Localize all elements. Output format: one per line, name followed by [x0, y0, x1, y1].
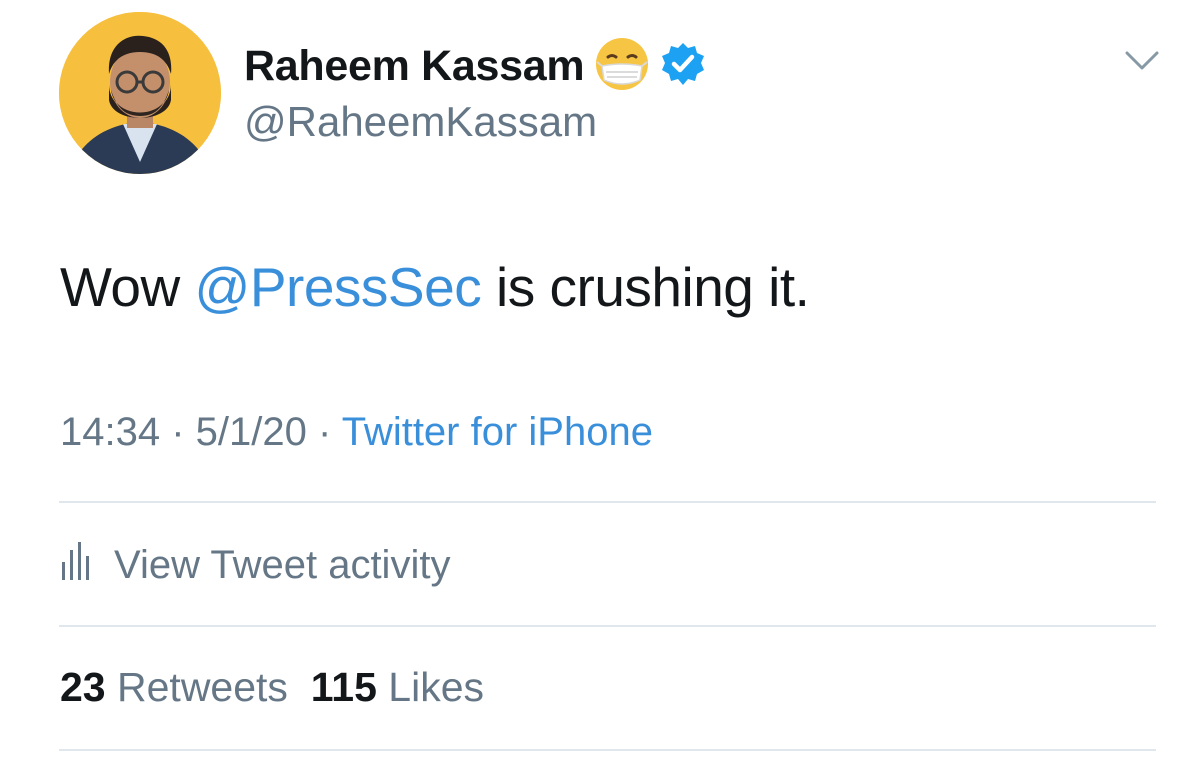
analytics-bars-icon	[60, 540, 90, 590]
retweets-label: Retweets	[117, 664, 288, 710]
likes-label: Likes	[388, 664, 485, 710]
tweet-meta: 14:34 · 5/1/20 · Twitter for iPhone	[60, 410, 653, 455]
mention-link[interactable]: @PressSec	[195, 256, 482, 318]
meta-separator: ·	[306, 410, 342, 454]
tweet-text-after: is crushing it.	[481, 256, 810, 318]
retweets-stat[interactable]: 23 Retweets	[60, 664, 288, 710]
author-handle[interactable]: @RaheemKassam	[244, 98, 597, 146]
avatar-photo	[59, 12, 221, 174]
tweet-text: Wow @PressSec is crushing it.	[60, 255, 810, 319]
likes-count: 115	[310, 664, 377, 710]
view-tweet-activity-label: View Tweet activity	[114, 542, 451, 587]
avatar[interactable]	[59, 12, 221, 174]
author-name-row: Raheem Kassam	[244, 36, 706, 97]
divider	[59, 749, 1156, 751]
tweet-text-before: Wow	[60, 256, 195, 318]
view-tweet-activity-button[interactable]: View Tweet activity	[60, 540, 450, 590]
meta-separator: ·	[160, 410, 196, 454]
chevron-down-icon[interactable]	[1124, 48, 1160, 74]
tweet-source-link[interactable]: Twitter for iPhone	[342, 410, 653, 454]
divider	[59, 501, 1156, 503]
divider	[59, 625, 1156, 627]
face-with-medical-mask-icon	[594, 36, 650, 97]
likes-stat[interactable]: 115 Likes	[311, 664, 484, 710]
tweet-date: 5/1/20	[195, 410, 307, 454]
verified-badge-icon	[660, 41, 706, 92]
tweet-stats: 23 Retweets 115 Likes	[60, 664, 484, 711]
retweets-count: 23	[60, 664, 106, 710]
tweet-time: 14:34	[60, 410, 161, 454]
author-display-name[interactable]: Raheem Kassam	[244, 42, 585, 91]
